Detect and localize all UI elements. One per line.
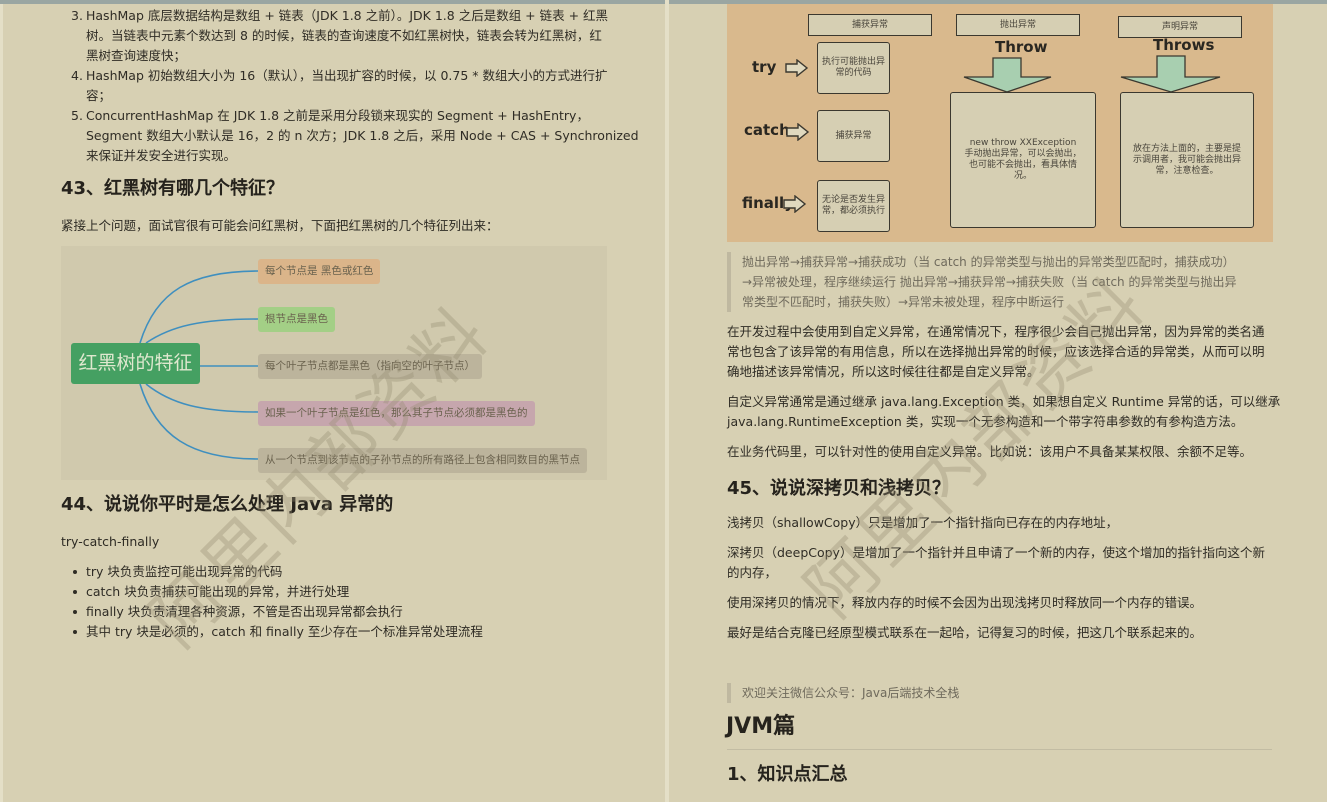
diagram-header-throw: 抛出异常 (956, 14, 1080, 36)
arrow-right-icon (786, 123, 810, 141)
catch-block: 捕获异常 (817, 110, 890, 162)
connector-2 (145, 318, 259, 344)
para-line: 自定义异常通常是通过继承 java.lang.Exception 类，如果想自定… (727, 394, 1281, 409)
list-item: try 块负责监控可能出现异常的代码 (61, 562, 641, 582)
question-44-intro: try-catch-finally (61, 534, 160, 549)
right-page: 捕获异常 抛出异常 声明异常 try catch finally 执行可能抛出异… (669, 4, 1327, 802)
hashmap-list: 3. HashMap 底层数据结构是数组 + 链表（JDK 1.8 之前）。JD… (61, 6, 641, 166)
keyword-catch: catch (744, 121, 790, 139)
custom-exception-para-3: 在业务代码里，可以针对性的使用自定义异常。比如说：该用户不具备某某权限、余额不足… (727, 444, 1253, 459)
arrow-right-icon (785, 59, 809, 77)
mindmap-node: 根节点是黑色 (258, 307, 335, 332)
throw-desc-line: 手动抛出异常，可以会抛出， (964, 149, 1082, 159)
throw-desc-line: new throw XXException (969, 138, 1077, 148)
connector-1 (139, 270, 259, 344)
list-number: 4. (71, 68, 83, 83)
exception-handling-list: try 块负责监控可能出现异常的代码 catch 块负责捕获可能出现的异常，并进… (61, 562, 641, 642)
question-43-heading: 43、红黑树有哪几个特征？ (61, 178, 285, 199)
list-item: finally 块负责清理各种资源，不管是否出现异常都会执行 (61, 602, 641, 622)
question-43-intro: 紧接上个问题，面试官很有可能会问红黑树，下面把红黑树的几个特征列出来： (61, 218, 499, 233)
list-line: ConcurrentHashMap 在 JDK 1.8 之前是采用分段锁来现实的… (86, 108, 589, 123)
follow-wechat-quote: 欢迎关注微信公众号：Java后端技术全栈 (727, 683, 1275, 703)
para-line: java.lang.RuntimeException 类，实现一个无参构造和一个… (727, 414, 1244, 429)
quote-line: 抛出异常→捕获异常→捕获成功（当 catch 的异常类型与抛出的异常类型匹配时，… (742, 255, 1235, 269)
mindmap-node: 每个节点是 黑色或红色 (258, 259, 381, 284)
custom-exception-para-2: 自定义异常通常是通过继承 java.lang.Exception 类，如果想自定… (727, 392, 1287, 432)
list-number: 3. (71, 8, 83, 23)
list-line: 容； (86, 88, 112, 103)
list-line: HashMap 底层数据结构是数组 + 链表（JDK 1.8 之前）。JDK 1… (86, 8, 609, 23)
para-line: 确地描述该异常情况，所以这时候往往都是自定义异常。 (727, 364, 1040, 379)
throw-desc-line: 也可能不会抛出，看具体情 (968, 160, 1077, 170)
throws-desc-line: 常，注意检查。 (1155, 165, 1219, 176)
list-item: catch 块负责捕获可能出现的异常，并进行处理 (61, 582, 641, 602)
mindmap-node: 从一个节点到该节点的子孙节点的所有路径上包含相同数目的黑节点 (258, 448, 587, 473)
red-black-tree-mindmap: 红黑树的特征 每个节点是 黑色或红色 根节点是黑色 每个叶子节点都是黑色（指向空… (61, 246, 607, 480)
quote-line: 常类型不匹配时，捕获失败）→异常未被处理，程序中断运行 (742, 295, 1065, 309)
para-line: 的内存， (727, 565, 778, 580)
deep-copy-benefit-para: 使用深拷贝的情况下，释放内存的时候不会因为出现浅拷贝时释放同一个内存的错误。 (727, 595, 1203, 610)
list-line: Segment 数组大小默认是 16，2 的 n 次方；JDK 1.8 之后，采… (86, 128, 639, 143)
throws-desc-line: 示调用者，我可能会抛出异 (1132, 154, 1241, 165)
mindmap-root: 红黑树的特征 (71, 343, 200, 384)
mindmap-node: 如果一个叶子节点是红色，那么其子节点必须都是黑色的 (258, 401, 535, 426)
list-item: 其中 try 块是必须的，catch 和 finally 至少存在一个标准异常处… (61, 622, 641, 642)
custom-exception-para-1: 在开发过程中会使用到自定义异常，在通常情况下，程序很少会自己抛出异常，因为异常的… (727, 322, 1287, 382)
keyword-try: try (752, 58, 777, 76)
arrow-right-icon (783, 195, 807, 213)
throw-label: Throw (995, 38, 1048, 56)
clone-prototype-para: 最好是结合克隆已经原型模式联系在一起哈，记得复习的时候，把这几个联系起来的。 (727, 625, 1203, 640)
list-number: 5. (71, 108, 83, 123)
connector-5 (139, 383, 259, 460)
question-45-heading: 45、说说深拷贝和浅拷贝？ (727, 478, 951, 499)
deep-copy-para: 深拷贝（deepCopy）是增加了一个指针并且申请了一个新的内存，使这个增加的指… (727, 543, 1287, 583)
exception-diagram: 捕获异常 抛出异常 声明异常 try catch finally 执行可能抛出异… (727, 4, 1273, 242)
exception-flow-quote: 抛出异常→捕获异常→捕获成功（当 catch 的异常类型与抛出的异常类型匹配时，… (727, 252, 1275, 312)
left-page: 3. HashMap 底层数据结构是数组 + 链表（JDK 1.8 之前）。JD… (3, 4, 665, 802)
try-block: 执行可能抛出异常的代码 (817, 42, 890, 94)
down-arrow-icon (1120, 55, 1221, 93)
diagram-header-throws: 声明异常 (1118, 16, 1242, 38)
para-line: 常也包含了该异常的有用信息，所以在选择抛出异常的时候，应该选择合适的异常类，从而… (727, 344, 1265, 359)
throws-label: Throws (1153, 36, 1215, 54)
para-line: 在开发过程中会使用到自定义异常，在通常情况下，程序很少会自己抛出异常，因为异常的… (727, 324, 1265, 339)
mindmap-node: 每个叶子节点都是黑色（指向空的叶子节点） (258, 354, 482, 379)
throw-desc-line: 况。 (1013, 171, 1032, 181)
connector-4 (145, 383, 259, 413)
list-line: 黑树查询速度快； (86, 48, 187, 63)
list-line: HashMap 初始数组大小为 16（默认），当出现扩容的时候，以 0.75 *… (86, 68, 608, 83)
down-arrow-icon (963, 57, 1052, 93)
finally-block: 无论是否发生异常，都必须执行 (817, 180, 890, 232)
para-line: 深拷贝（deepCopy）是增加了一个指针并且申请了一个新的内存，使这个增加的指… (727, 545, 1265, 560)
list-item: 5. ConcurrentHashMap 在 JDK 1.8 之前是采用分段锁来… (61, 106, 641, 166)
list-line: 来保证并发安全进行实现。 (86, 148, 237, 163)
list-item: 4. HashMap 初始数组大小为 16（默认），当出现扩容的时候，以 0.7… (61, 66, 641, 106)
question-44-heading: 44、说说你平时是怎么处理 Java 异常的 (61, 494, 394, 515)
diagram-header-catch: 捕获异常 (808, 14, 932, 36)
quote-line: →异常被处理，程序继续运行 抛出异常→捕获异常→捕获失败（当 catch 的异常… (742, 275, 1237, 289)
list-line: 树。当链表中元素个数达到 8 的时候，链表的查询速度不如红黑树快，链表会转为红黑… (86, 28, 602, 43)
jvm-chapter-heading: JVM篇 (726, 714, 796, 739)
throws-description-box: 放在方法上面的，主要是提 示调用者，我可能会抛出异 常，注意检查。 (1120, 92, 1254, 228)
throw-description-box: new throw XXException 手动抛出异常，可以会抛出， 也可能不… (950, 92, 1096, 228)
heading-divider (727, 749, 1272, 750)
shallow-copy-para: 浅拷贝（shallowCopy）只是增加了一个指针指向已存在的内存地址， (727, 515, 1119, 530)
list-item: 3. HashMap 底层数据结构是数组 + 链表（JDK 1.8 之前）。JD… (61, 6, 641, 66)
section-1-heading: 1、知识点汇总 (727, 764, 848, 785)
throws-desc-line: 放在方法上面的，主要是提 (1132, 143, 1241, 154)
